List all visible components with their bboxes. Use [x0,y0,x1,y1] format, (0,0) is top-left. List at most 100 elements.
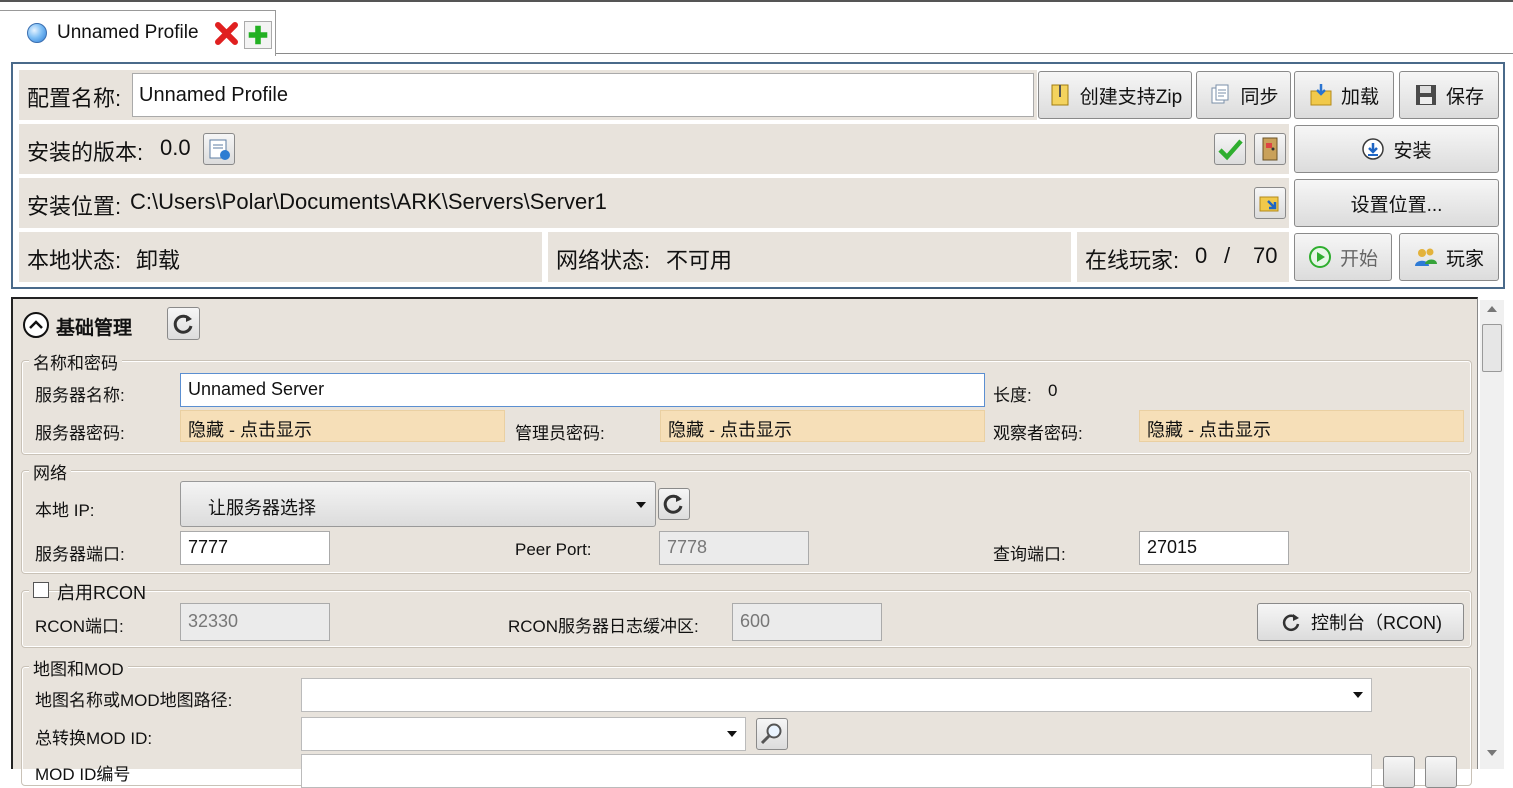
total-conversion-combo[interactable] [301,717,746,751]
scrollbar-thumb[interactable] [1482,324,1502,372]
local-ip-dropdown[interactable]: 让服务器选择 [180,481,656,527]
collapse-chevron-icon[interactable] [22,311,50,339]
profile-name-label: 配置名称: [27,86,122,111]
profile-name-input[interactable]: Unnamed Profile [132,73,1034,117]
admin-password-field[interactable]: 隐藏 - 点击显示 [660,410,985,442]
sync-button[interactable]: 同步 [1196,71,1291,119]
rcon-port-input[interactable]: 32330 [180,603,330,641]
local-status-row: 本地状态: 卸载 [19,232,542,282]
refresh-icon [1282,614,1300,631]
online-players-current: 0 [1195,243,1208,268]
installed-version-row: 安装的版本: 0.0 [19,124,1289,174]
installed-version-label: 安装的版本: [27,140,144,165]
map-name-combo[interactable] [301,678,1372,712]
profile-tab-strip: Unnamed Profile [0,0,1513,56]
validate-button[interactable] [1214,133,1246,165]
rcon-enable-row: 启用RCON [29,579,146,603]
check-version-button[interactable] [203,133,235,165]
set-location-label: 设置位置... [1350,194,1443,216]
scroll-up-icon[interactable] [1487,306,1497,312]
download-install-icon [1362,138,1385,160]
network-group-label: 网络 [29,459,71,484]
set-location-button[interactable]: 设置位置... [1294,179,1499,227]
map-mod-group-label: 地图和MOD [29,655,128,680]
install-location-label: 安装位置: [27,194,122,219]
spectator-password-label: 观察者密码: [993,424,1083,443]
install-location-path: C:\Users\Polar\Documents\ARK\Servers\Ser… [130,189,607,214]
name-length-label: 长度: [993,386,1032,405]
folder-open-icon [1259,196,1279,212]
load-label: 加载 [1340,86,1379,108]
profile-tab[interactable]: Unnamed Profile [0,10,276,56]
profile-tab-title: Unnamed Profile [57,22,199,43]
sync-documents-icon [1211,84,1229,104]
rcon-enable-checkbox[interactable] [33,582,49,598]
rcon-buffer-label: RCON服务器日志缓冲区: [508,617,699,636]
online-players-separator: / [1224,243,1231,268]
scroll-down-icon[interactable] [1487,750,1497,756]
map-name-label: 地图名称或MOD地图路径: [35,691,233,710]
query-port-label: 查询端口: [993,545,1066,564]
server-door-icon [1262,137,1278,161]
peer-port-label: Peer Port: [515,540,592,559]
online-players-label: 在线玩家: [1085,248,1180,273]
installed-version-value: 0.0 [160,135,191,160]
create-support-zip-label: 创建支持Zip [1079,86,1183,108]
globe-icon [27,23,47,43]
refresh-icon [173,314,193,334]
install-label: 安装 [1393,140,1432,162]
profile-header-panel: 配置名称: Unnamed Profile 创建支持Zip 同步 加载 保存 安… [11,62,1505,289]
section-title: 基础管理 [56,318,133,339]
reload-section-button[interactable] [167,307,200,340]
peer-port-input[interactable]: 7778 [659,531,809,565]
vertical-scrollbar[interactable] [1480,300,1504,769]
install-location-row: 安装位置: C:\Users\Polar\Documents\ARK\Serve… [19,178,1289,228]
floppy-save-icon [1415,85,1436,105]
dropdown-arrow-icon [1353,692,1363,698]
network-status-row: 网络状态: 不可用 [548,232,1071,282]
players-button[interactable]: 玩家 [1399,233,1499,281]
local-ip-label: 本地 IP: [35,501,95,520]
spectator-password-field[interactable]: 隐藏 - 点击显示 [1139,410,1464,442]
install-button[interactable]: 安装 [1294,125,1499,173]
mod-info-button[interactable] [1425,756,1457,788]
close-tab-icon[interactable] [213,19,241,47]
start-label: 开始 [1339,248,1378,270]
server-password-field[interactable]: 隐藏 - 点击显示 [180,410,505,442]
name-password-group-label: 名称和密码 [29,349,122,374]
create-support-zip-button[interactable]: 创建支持Zip [1038,71,1192,119]
admin-password-label: 管理员密码: [515,424,605,443]
refresh-icon [663,494,683,514]
open-location-button[interactable] [1254,187,1286,219]
server-port-input[interactable]: 7777 [180,531,330,565]
server-name-label: 服务器名称: [35,386,125,405]
server-name-input[interactable]: Unnamed Server [180,373,985,407]
online-players-max: 70 [1253,243,1278,268]
rcon-console-label: 控制台（RCON) [1311,613,1442,633]
query-port-input[interactable]: 27015 [1139,531,1289,565]
load-button[interactable]: 加载 [1294,71,1394,119]
players-icon [1414,248,1437,266]
rcon-console-button[interactable]: 控制台（RCON) [1257,603,1464,641]
dropdown-arrow-icon [727,731,737,737]
search-mods-button[interactable] [1383,756,1415,788]
start-button[interactable]: 开始 [1294,233,1392,281]
sync-label: 同步 [1240,86,1279,108]
rcon-buffer-input[interactable]: 600 [732,603,882,641]
load-folder-icon [1310,84,1332,106]
server-password-label: 服务器密码: [35,424,125,443]
mod-ids-input[interactable] [301,754,1372,788]
play-icon [1308,246,1331,268]
version-info-icon [209,139,230,160]
rcon-enable-label: 启用RCON [57,583,146,603]
network-status-value: 不可用 [666,248,733,273]
mod-ids-label: MOD ID编号 [35,765,131,784]
upgrade-button[interactable] [1254,133,1286,165]
name-length-value: 0 [1048,381,1058,400]
total-conversion-label: 总转换MOD ID: [35,729,153,748]
dropdown-arrow-icon [636,502,646,508]
save-button[interactable]: 保存 [1399,71,1499,119]
refresh-ip-button[interactable] [658,488,690,520]
search-mod-button[interactable] [756,718,788,750]
add-profile-icon[interactable] [244,21,272,49]
